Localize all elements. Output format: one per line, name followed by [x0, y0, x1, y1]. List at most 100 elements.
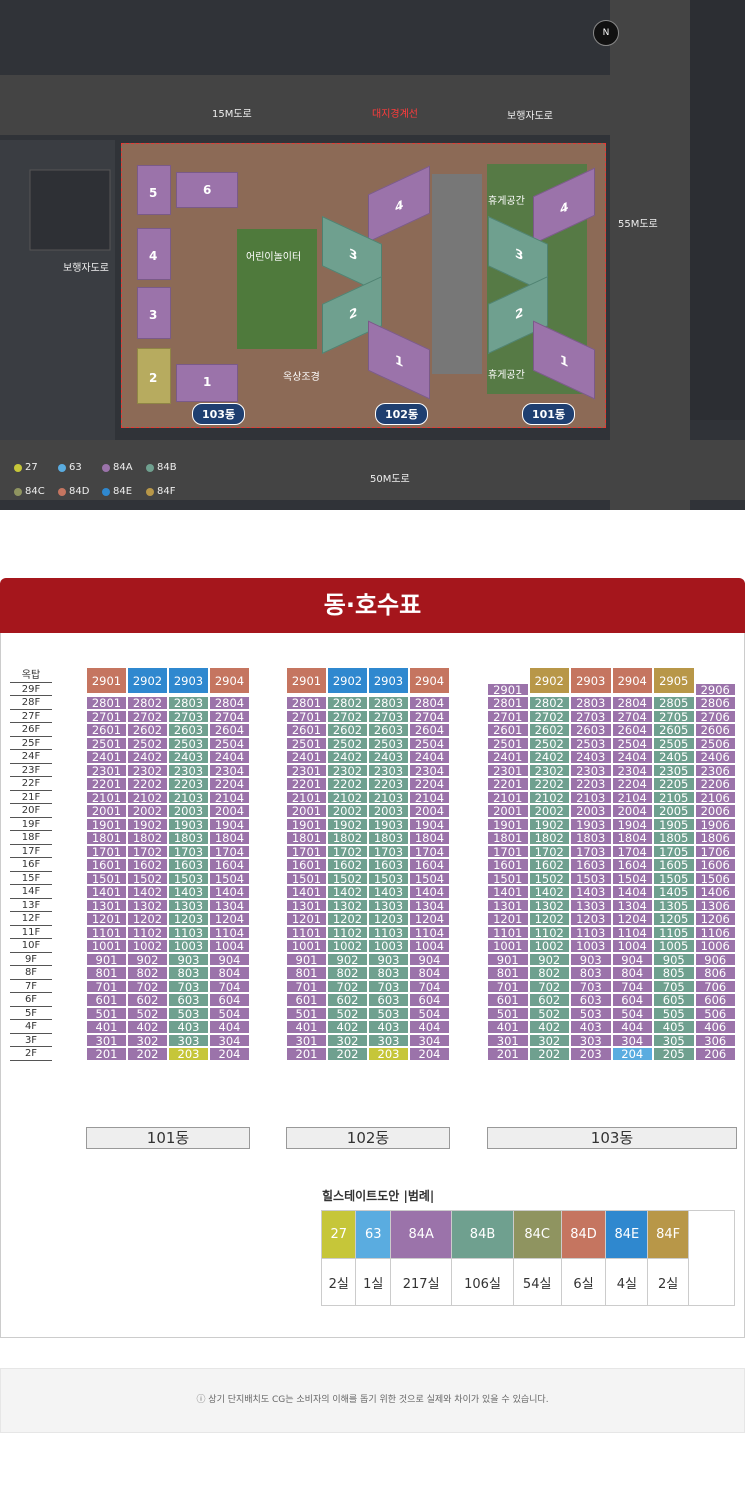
- unit-cell: 2101: [286, 790, 327, 804]
- unit-cell: 1904: [409, 817, 450, 831]
- unit-cell: 2701: [286, 709, 327, 723]
- unit-cell: 2002: [327, 804, 368, 818]
- unit-cell: 1604: [611, 858, 653, 872]
- unit-cell: 2601: [86, 723, 127, 737]
- unit-cell: 1102: [528, 925, 570, 939]
- unit-cell: 1203: [570, 912, 612, 926]
- unit-cell: 505: [653, 1006, 695, 1020]
- unit-cell: 603: [368, 993, 409, 1007]
- unit-cell: 2702: [327, 709, 368, 723]
- unit-103-4: 4: [137, 228, 171, 280]
- floor-label: 11F: [10, 926, 52, 939]
- unit-cell: 2203: [368, 777, 409, 791]
- unit-cell: 1502: [127, 871, 168, 885]
- unit-cell: 305: [653, 1033, 695, 1047]
- unit-cell: 2403: [168, 750, 209, 764]
- unit-cell: 402: [528, 1020, 570, 1034]
- unit-cell: 804: [409, 966, 450, 980]
- unit-cell: 2904: [409, 667, 450, 694]
- unit-cell: 1402: [327, 885, 368, 899]
- unit-cell: 1403: [168, 885, 209, 899]
- legend-count-cell: 4실: [605, 1258, 649, 1306]
- unit-cell: 401: [286, 1020, 327, 1034]
- unit-cell: 301: [286, 1033, 327, 1047]
- unit-cell: 1405: [653, 885, 695, 899]
- rooftop-label: 옥상조경: [283, 372, 320, 383]
- unit-cell: 2005: [653, 804, 695, 818]
- unit-cell: 1202: [528, 912, 570, 926]
- legend-total-cell: 총 392실: [688, 1210, 735, 1306]
- unit-cell: 1201: [86, 912, 127, 926]
- site-legend-item: 84B: [146, 462, 177, 473]
- unit-cell: 1901: [86, 817, 127, 831]
- unit-cell: 2403: [368, 750, 409, 764]
- unit-cell: 1102: [327, 925, 368, 939]
- unit-cell: 903: [368, 952, 409, 966]
- unit-cell: 2301: [86, 763, 127, 777]
- unit-cell: 1404: [409, 885, 450, 899]
- unit-cell: 702: [528, 979, 570, 993]
- unit-cell: 602: [127, 993, 168, 1007]
- unit-cell: 2602: [528, 723, 570, 737]
- legend-count-cell: 2실: [320, 1258, 357, 1306]
- unit-cell: 1204: [209, 912, 250, 926]
- unit-cell: 1903: [570, 817, 612, 831]
- unit-cell: 1904: [209, 817, 250, 831]
- legend-label: 84F: [157, 486, 176, 497]
- legend-dot-icon: [58, 463, 66, 472]
- unit-cell: 1303: [570, 898, 612, 912]
- unit-cell: 202: [528, 1047, 570, 1061]
- boundary-label: 대지경계선: [372, 109, 418, 120]
- unit-cell: 802: [127, 966, 168, 980]
- unit-cell: 1202: [327, 912, 368, 926]
- unit-cell: 1101: [286, 925, 327, 939]
- unit-cell: 2401: [286, 750, 327, 764]
- unit-cell: 801: [487, 966, 529, 980]
- floor-label: 24F: [10, 750, 52, 764]
- road-label-pedestrian-left: 보행자도로: [63, 263, 109, 274]
- floor-label: 27F: [10, 710, 52, 723]
- unit-cell: 602: [528, 993, 570, 1007]
- road-label-55m: 55M도로: [618, 219, 658, 230]
- unit-cell: 1602: [327, 858, 368, 872]
- unit-cell: 2702: [127, 709, 168, 723]
- unit-cell: 404: [209, 1020, 250, 1034]
- unit-cell: 703: [368, 979, 409, 993]
- unit-cell: 1701: [487, 844, 529, 858]
- unit-cell: 906: [694, 952, 736, 966]
- unit-cell: 1003: [168, 939, 209, 953]
- unit-cell: 604: [209, 993, 250, 1007]
- unit-cell: 206: [694, 1047, 736, 1061]
- floor-label: 3F: [10, 1034, 52, 1047]
- unit-cell: 2102: [127, 790, 168, 804]
- unit-cell: 2801: [86, 696, 127, 710]
- unit-cell: 2301: [286, 763, 327, 777]
- unit-cell: 2602: [327, 723, 368, 737]
- unit-cell: 2402: [528, 750, 570, 764]
- unit-cell: 301: [86, 1033, 127, 1047]
- unit-cell: 2003: [368, 804, 409, 818]
- unit-cell: 2502: [528, 736, 570, 750]
- floor-label: 15F: [10, 872, 52, 885]
- unit-cell: 2804: [611, 696, 653, 710]
- playground-area: [237, 229, 317, 349]
- unit-cell: 1103: [368, 925, 409, 939]
- unit-cell: 1702: [528, 844, 570, 858]
- unit-cell: 2304: [409, 763, 450, 777]
- site-plan-image: N 15M도로 보행자도로 대지경계선 보행자도로 55M도로 50M도로 어린…: [0, 0, 745, 510]
- unit-cell: 1601: [487, 858, 529, 872]
- unit-cell: 403: [368, 1020, 409, 1034]
- unit-cell: 2301: [487, 763, 529, 777]
- unit-cell: 1503: [570, 871, 612, 885]
- unit-cell: 905: [653, 952, 695, 966]
- unit-cell: 1501: [86, 871, 127, 885]
- unit-cell: 902: [327, 952, 368, 966]
- unit-cell: 2704: [409, 709, 450, 723]
- unit-cell: 2601: [487, 723, 529, 737]
- unit-cell: 205: [653, 1047, 695, 1061]
- unit-cell: 2103: [570, 790, 612, 804]
- unit-cell: 1001: [286, 939, 327, 953]
- legend-label: 84C: [25, 486, 45, 497]
- unit-cell: 2901: [286, 667, 327, 694]
- floor-label: 12F: [10, 912, 52, 926]
